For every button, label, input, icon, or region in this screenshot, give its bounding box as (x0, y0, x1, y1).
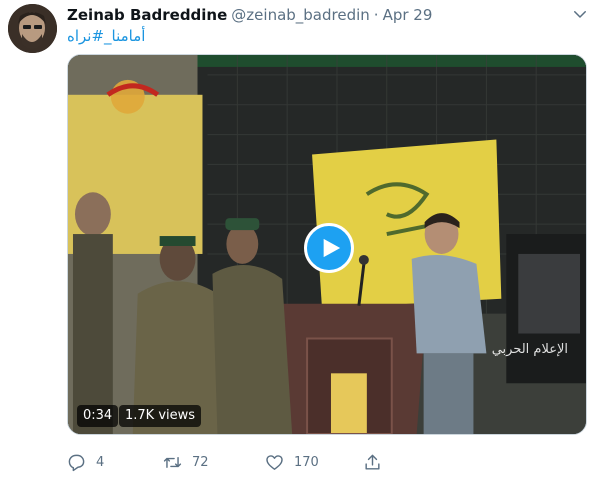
avatar[interactable] (8, 4, 57, 53)
like-icon (266, 454, 283, 470)
play-icon (323, 238, 341, 258)
author-handle[interactable]: @zeinab_badredin (231, 6, 370, 24)
reply-icon (68, 454, 85, 471)
video-player[interactable]: الإعلام الحربي 0:34 1.7K views (67, 54, 587, 435)
tweet-hashtag[interactable]: أمامنا_#نراه (67, 27, 145, 45)
author-name[interactable]: Zeinab Badreddine (67, 6, 227, 24)
retweet-icon (163, 456, 182, 468)
video-watermark: الإعلام الحربي (491, 342, 568, 357)
like-count: 170 (294, 454, 319, 470)
video-duration: 0:34 (77, 405, 119, 427)
retweet-button[interactable]: 72 (163, 450, 209, 474)
tweet: Zeinab Badreddine @zeinab_badredin · Apr… (0, 0, 597, 481)
chevron-down-icon[interactable] (571, 5, 589, 23)
reply-count: 4 (96, 454, 105, 470)
separator-dot: · (373, 6, 379, 24)
share-icon (365, 454, 380, 470)
view-count: 1.7K views (119, 405, 202, 427)
play-button[interactable] (304, 223, 354, 273)
like-button[interactable]: 170 (265, 450, 319, 474)
tweet-time[interactable]: Apr 29 (383, 6, 433, 24)
tweet-header: Zeinab Badreddine @zeinab_badredin · Apr… (67, 5, 432, 25)
share-button[interactable] (363, 450, 382, 474)
retweet-count: 72 (192, 454, 209, 470)
tweet-actions: 4 72 170 (67, 450, 587, 474)
reply-button[interactable]: 4 (67, 450, 104, 474)
